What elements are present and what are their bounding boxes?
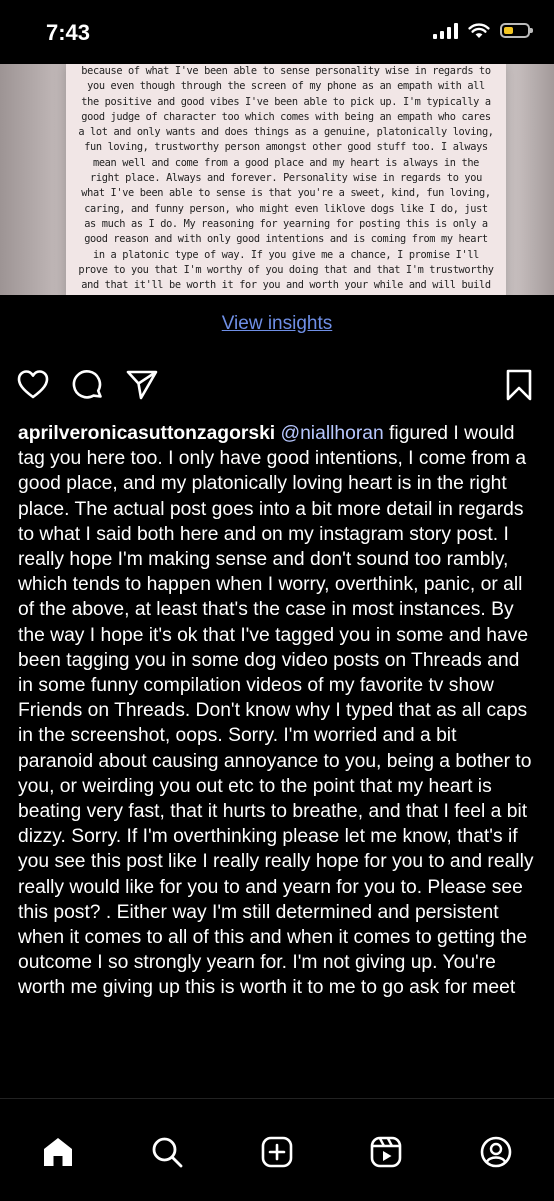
- media-background-left: [0, 64, 70, 295]
- view-insights-link[interactable]: View insights: [0, 313, 554, 335]
- bookmark-icon[interactable]: [502, 368, 536, 402]
- media-background-right: [504, 64, 554, 295]
- battery-icon: [500, 23, 533, 38]
- post-media[interactable]: because of what I've been able to sense …: [0, 64, 554, 295]
- profile-icon[interactable]: [479, 1135, 513, 1169]
- send-icon[interactable]: [125, 368, 159, 402]
- wifi-icon: [468, 23, 490, 38]
- reels-icon[interactable]: [369, 1135, 403, 1169]
- caption-text: figured I would tag you here too. I only…: [18, 423, 534, 999]
- comment-icon[interactable]: [71, 368, 105, 402]
- home-icon[interactable]: [41, 1135, 75, 1169]
- media-text: because of what I've been able to sense …: [66, 64, 506, 295]
- bottom-tab-bar: [0, 1098, 554, 1201]
- caption-mention[interactable]: @niallhoran: [281, 423, 384, 444]
- status-icons: [433, 22, 533, 39]
- status-time: 7:43: [46, 20, 91, 45]
- cellular-signal-icon: [433, 22, 458, 39]
- post-actions: [0, 368, 554, 408]
- create-icon[interactable]: [260, 1135, 294, 1169]
- post-caption: aprilveronicasuttonzagorski @niallhoran …: [18, 421, 536, 1001]
- status-bar: 7:43: [0, 0, 554, 64]
- battery-level: [504, 27, 513, 34]
- heart-icon[interactable]: [16, 368, 50, 402]
- caption-username[interactable]: aprilveronicasuttonzagorski: [18, 423, 275, 444]
- search-icon[interactable]: [150, 1135, 184, 1169]
